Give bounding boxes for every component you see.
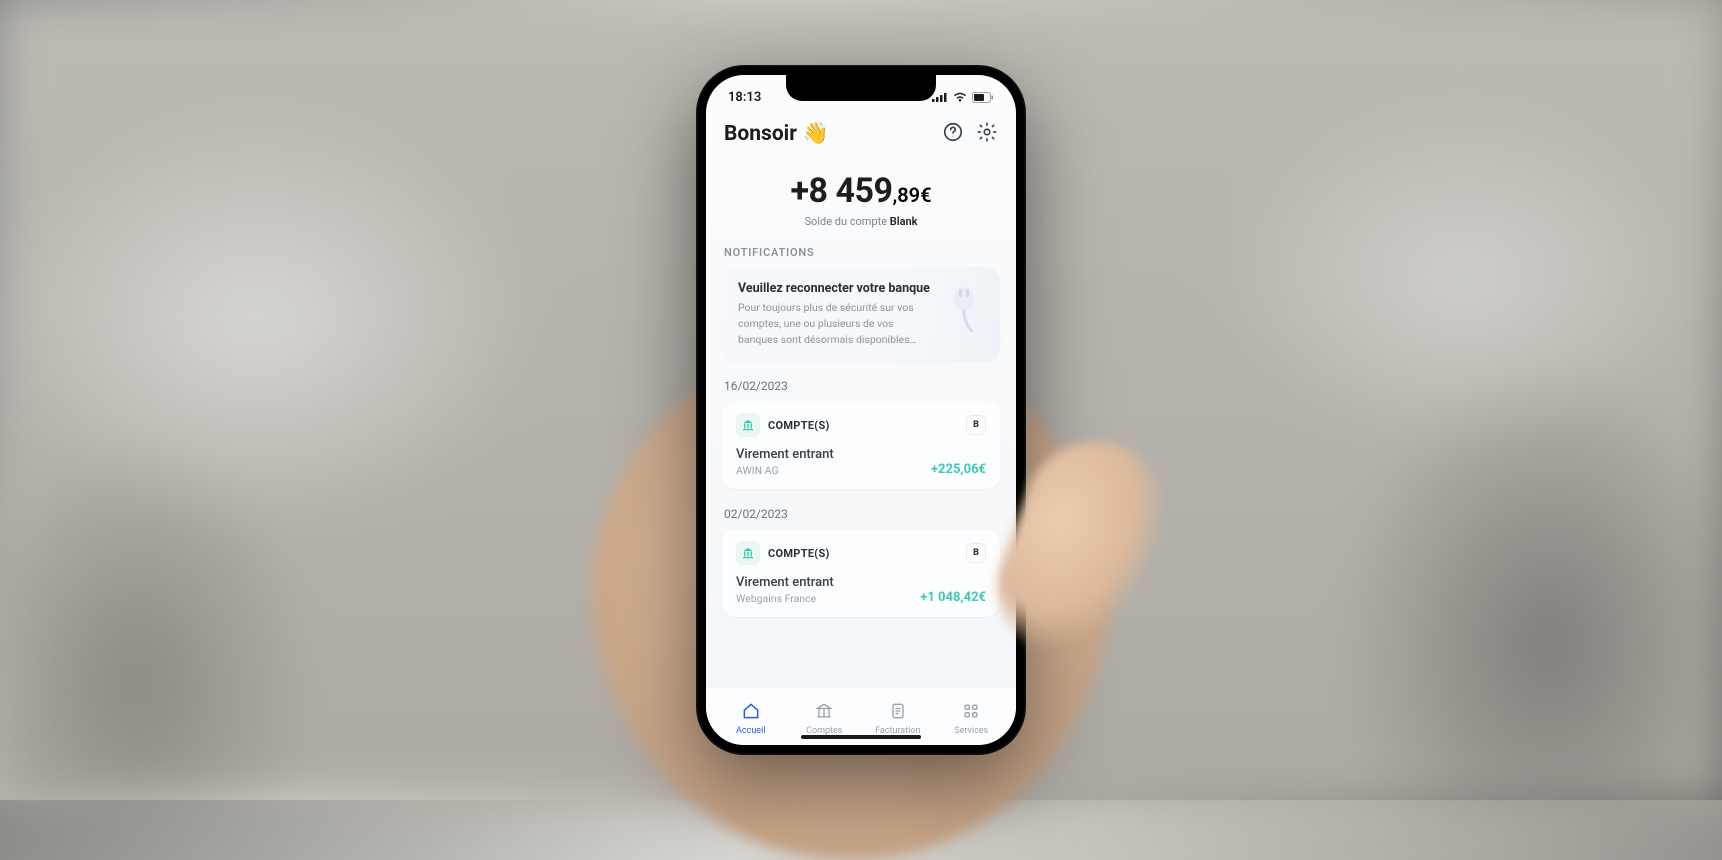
notification-body: Pour toujours plus de sécurité sur vos c… xyxy=(738,300,934,347)
transaction-merchant: Webgains France xyxy=(736,592,834,605)
nav-accounts[interactable]: Comptes xyxy=(788,701,862,736)
greeting-text: Bonsoir xyxy=(724,122,797,146)
document-icon xyxy=(888,701,908,724)
transaction-card[interactable]: COMPTE(S) B Virement entrant AWIN AG +22… xyxy=(722,401,1000,489)
bank-icon xyxy=(736,541,760,565)
balance-amount: +8 459,89€ xyxy=(722,171,1000,211)
phone-frame: 18:13 Bonsoir 👋 xyxy=(696,65,1026,755)
nav-services[interactable]: Services xyxy=(935,701,1009,736)
brand-chip: B xyxy=(966,415,986,435)
nav-invoicing[interactable]: Facturation xyxy=(861,701,935,736)
notification-card[interactable]: Veuillez reconnecter votre banque Pour t… xyxy=(722,267,1000,361)
phone-notch xyxy=(786,75,936,101)
transaction-card[interactable]: COMPTE(S) B Virement entrant Webgains Fr… xyxy=(722,529,1000,617)
help-icon[interactable] xyxy=(942,121,964,147)
transaction-title: Virement entrant xyxy=(736,447,834,462)
settings-icon[interactable] xyxy=(976,121,998,147)
transaction-date: 16/02/2023 xyxy=(724,379,998,393)
transaction-amount: +225,06€ xyxy=(931,462,986,477)
balance-cents: ,89€ xyxy=(893,183,932,207)
status-time: 18:13 xyxy=(728,90,761,105)
transaction-merchant: AWIN AG xyxy=(736,464,834,477)
greeting: Bonsoir 👋 xyxy=(724,122,829,146)
phone-screen: 18:13 Bonsoir 👋 xyxy=(706,75,1016,745)
account-label: COMPTE(S) xyxy=(768,419,830,432)
transaction-title: Virement entrant xyxy=(736,575,834,590)
app-header: Bonsoir 👋 xyxy=(722,111,1000,153)
cellular-icon xyxy=(932,92,948,102)
notifications-label: NOTIFICATIONS xyxy=(724,246,998,259)
brand-chip: B xyxy=(966,543,986,563)
home-icon xyxy=(741,701,761,724)
home-indicator[interactable] xyxy=(801,735,921,739)
grid-icon xyxy=(961,701,981,724)
wave-emoji: 👋 xyxy=(803,122,829,146)
nav-label: Services xyxy=(954,726,988,736)
bank-nav-icon xyxy=(814,701,834,724)
transaction-amount: +1 048,42€ xyxy=(920,590,986,605)
plug-icon xyxy=(944,281,984,337)
transaction-date: 02/02/2023 xyxy=(724,507,998,521)
notification-title: Veuillez reconnecter votre banque xyxy=(738,281,934,296)
battery-icon xyxy=(972,92,994,103)
balance-subtitle: Solde du compte Blank xyxy=(722,215,1000,228)
wifi-icon xyxy=(953,92,967,102)
bank-icon xyxy=(736,413,760,437)
balance-block: +8 459,89€ Solde du compte Blank xyxy=(722,171,1000,228)
nav-home[interactable]: Accueil xyxy=(714,701,788,736)
balance-main: +8 459 xyxy=(791,171,893,211)
nav-label: Accueil xyxy=(736,726,765,736)
main-content[interactable]: Bonsoir 👋 +8 459,89€ Solde du xyxy=(706,111,1016,687)
account-label: COMPTE(S) xyxy=(768,547,830,560)
